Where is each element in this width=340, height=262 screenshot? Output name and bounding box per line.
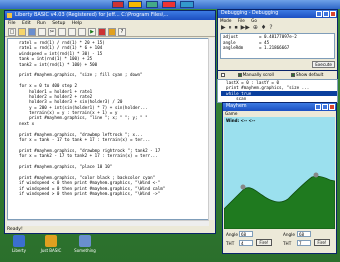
step-checkbox[interactable] <box>221 73 225 77</box>
editor-menu-bar: File Edit Run Setup Help <box>5 20 215 27</box>
save-icon[interactable] <box>28 28 36 36</box>
game-canvas[interactable]: Wind: <-- <-- <box>224 117 335 229</box>
manual-scroll-checkbox[interactable] <box>237 73 242 77</box>
copy-icon[interactable] <box>58 28 66 36</box>
mayhem-title: Mayhem <box>226 104 247 109</box>
stop-icon[interactable] <box>108 28 116 36</box>
editor-vertical-scrollbar[interactable] <box>208 38 214 220</box>
editor-horizontal-scrollbar[interactable] <box>7 220 209 226</box>
fire-button-left[interactable]: Fire! <box>256 239 272 246</box>
taskbar-button-2[interactable] <box>128 1 142 8</box>
close-icon[interactable] <box>330 11 336 17</box>
window-controls <box>316 11 336 17</box>
wind-indicator: Wind: <-- <-- <box>226 118 256 123</box>
desktop-icon-label: Something <box>74 248 96 253</box>
debugging-title: Debugging - Debugging <box>221 11 279 16</box>
paste-icon[interactable] <box>68 28 76 36</box>
help-icon[interactable]: ? <box>118 28 126 36</box>
desktop-icon-label: Liberty <box>12 248 26 253</box>
menu-help[interactable]: Help <box>72 21 82 26</box>
menu-edit[interactable]: Edit <box>22 21 31 26</box>
editor-status: Ready! <box>7 227 23 232</box>
debugging-options: Step Manually scroll variables Show defa… <box>217 71 338 85</box>
menu-file[interactable]: File <box>238 18 245 23</box>
menu-go[interactable]: Go <box>251 18 257 23</box>
pause-icon[interactable]: ⏸ <box>229 25 232 31</box>
maximize-icon[interactable] <box>322 104 328 110</box>
debugging-source-view[interactable]: lastX = 0 : lastY = 0 print #mayhem.grap… <box>217 79 338 103</box>
thrust-label-left: THT <box>226 241 235 246</box>
app-icon <box>13 235 25 247</box>
desktop-icon-other[interactable]: Something <box>70 235 100 253</box>
variables-list[interactable]: adjust = 0.48177097e-2 angle = 45 angleRdm = … <box>220 33 335 59</box>
right-tank-icon <box>313 172 319 178</box>
angle-label-left: Angle <box>226 232 238 237</box>
close-icon[interactable] <box>329 104 335 110</box>
step-option[interactable]: Step <box>221 71 234 85</box>
variable-name: angleRdm <box>223 45 244 50</box>
editor-title: Liberty BASIC v4.03 (Registered) for Jef… <box>15 12 169 18</box>
cut-icon[interactable]: ✂ <box>48 28 56 36</box>
desktop-icon-liberty[interactable]: Liberty <box>4 235 34 253</box>
menu-run[interactable]: Run <box>37 21 46 26</box>
angle-input-right[interactable]: 68 <box>297 231 311 237</box>
fire-button-right[interactable]: Fire! <box>314 239 330 246</box>
variable-value: = 1.21866667 <box>259 45 290 50</box>
show-default-checkbox[interactable] <box>291 73 295 77</box>
step-into-icon[interactable]: ⊕ <box>253 25 258 31</box>
taskbar-button-4[interactable] <box>162 1 176 8</box>
desktop-icon-label: Just BASIC <box>40 248 62 253</box>
desktop-icon-just-basic[interactable]: Just BASIC <box>36 235 66 253</box>
debugging-title-bar: Debugging - Debugging <box>218 10 337 18</box>
menu-setup[interactable]: Setup <box>52 21 65 26</box>
run-icon[interactable]: ▶ <box>88 28 96 36</box>
angle-input-left[interactable]: 68 <box>239 231 253 237</box>
taskbar-button-3[interactable] <box>146 1 158 8</box>
mayhem-title-bar: Mayhem <box>223 103 336 111</box>
code-editor[interactable]: ratel = rnd(1) / rnd(1) * 20 + 15) rate1… <box>7 38 209 220</box>
thrust-label-right: THT <box>283 241 292 246</box>
thrust-input-right[interactable]: 7 <box>297 240 311 246</box>
menu-game[interactable]: Game <box>225 111 237 116</box>
app-icon <box>79 235 91 247</box>
new-file-icon[interactable]: □ <box>8 28 16 36</box>
maximize-icon[interactable] <box>323 11 329 17</box>
run-icon[interactable]: ▶ <box>221 25 226 31</box>
minimize-icon[interactable] <box>316 11 322 17</box>
minimize-icon[interactable] <box>315 104 321 110</box>
terrain <box>224 175 335 229</box>
help-icon[interactable]: ? <box>269 25 272 31</box>
editor-toolbar: □ ✂ ▶ ? <box>5 27 215 37</box>
debugging-toolbar: ▶ ⏸ ⏹ ▶▶ ⊕ ♦ ? <box>218 24 337 32</box>
show-default-option[interactable]: Show default variables <box>291 71 337 85</box>
terrain-svg <box>224 172 335 229</box>
debugging-window: Debugging - Debugging Mode File Go ▶ ⏸ ⏹… <box>217 9 338 71</box>
app-icon <box>45 235 57 247</box>
angle-label-right: Angle <box>283 232 295 237</box>
taskbar-button-5[interactable] <box>180 1 194 8</box>
print-icon[interactable] <box>38 28 46 36</box>
editor-title-bar: Liberty BASIC v4.03 (Registered) for Jef… <box>5 11 215 20</box>
mayhem-controls: Angle 68 THT 4 Fire! Angle 68 THT 7 Fire… <box>225 231 335 253</box>
left-tank-icon <box>240 184 246 190</box>
variable-row[interactable]: angleRdm = 1.21866667 <box>223 45 334 51</box>
find-icon[interactable] <box>78 28 86 36</box>
menu-mode[interactable]: Mode <box>220 18 231 23</box>
execute-button[interactable]: Execute <box>312 61 335 68</box>
mayhem-graphics-window: Mayhem Game Wind: <-- <-- Angle 68 THT 4… <box>222 102 337 254</box>
animate-icon[interactable]: ♦ <box>261 25 266 31</box>
step-over-icon[interactable]: ▶▶ <box>241 25 250 31</box>
manual-scroll-option[interactable]: Manually scroll variables <box>237 71 287 85</box>
top-strip <box>0 0 340 9</box>
code-line: if windspeed > 0 then print #mayhem.grap… <box>14 190 161 196</box>
window-controls <box>315 104 335 110</box>
editor-window: Liberty BASIC v4.03 (Registered) for Jef… <box>4 10 216 234</box>
thrust-input-left[interactable]: 4 <box>239 240 253 246</box>
open-folder-icon[interactable] <box>18 28 26 36</box>
menu-file[interactable]: File <box>8 21 16 26</box>
stop-icon[interactable]: ⏹ <box>235 25 238 31</box>
liberty-basic-icon <box>7 13 12 18</box>
debug-icon[interactable] <box>98 28 106 36</box>
taskbar-button-1[interactable] <box>112 1 124 8</box>
